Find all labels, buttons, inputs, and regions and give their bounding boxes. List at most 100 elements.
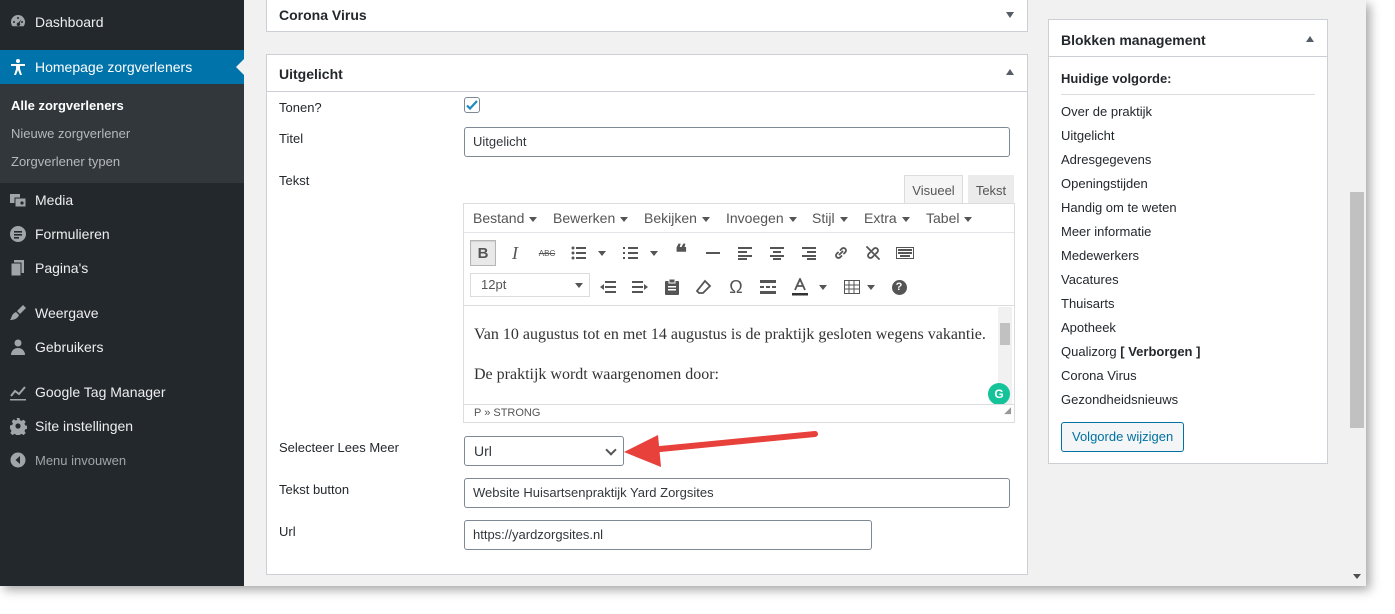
strikethrough-button[interactable]: ABC [534, 240, 560, 266]
align-left-icon[interactable] [732, 240, 758, 266]
menu-invoegen[interactable]: Invoegen [726, 210, 797, 226]
keyboard-icon[interactable] [892, 240, 918, 266]
order-item: Handig om te weten [1061, 200, 1177, 215]
editor-content[interactable]: Van 10 augustus tot en met 14 augustus i… [464, 307, 1014, 404]
sidebar-item-site-instellingen[interactable]: Site instellingen [0, 409, 244, 443]
collapse-toggle-icon[interactable] [1306, 36, 1314, 42]
numbered-list-dropdown[interactable] [650, 251, 658, 256]
element-path[interactable]: P » STRONG [474, 407, 540, 419]
menu-bekijken[interactable]: Bekijken [644, 210, 710, 226]
bold-button[interactable]: B [470, 240, 496, 266]
menu-tabel[interactable]: Tabel [926, 210, 973, 226]
sidebar-item-formulieren[interactable]: Formulieren [0, 217, 244, 251]
menu-stijl[interactable]: Stijl [812, 210, 848, 226]
change-order-button[interactable]: Volgorde wijzigen [1061, 422, 1185, 452]
order-item: Apotheek [1061, 320, 1116, 335]
wp-admin-window: Dashboard Homepage zorgverleners Alle zo… [0, 0, 1366, 586]
users-icon [8, 337, 28, 357]
order-item: Openingstijden [1061, 176, 1148, 191]
align-right-icon[interactable] [796, 240, 822, 266]
scroll-down-arrow-icon[interactable] [1353, 574, 1361, 579]
italic-button[interactable]: I [502, 240, 528, 266]
special-character-icon[interactable]: Ω [723, 274, 749, 300]
sidebar-item-label: Media [35, 192, 74, 208]
collapse-menu-label: Menu invouwen [35, 452, 127, 468]
text-color-dropdown[interactable] [819, 285, 827, 290]
sidebar-item-label: Weergave [35, 305, 99, 321]
order-item: Thuisarts [1061, 296, 1115, 311]
tab-visual[interactable]: Visueel [904, 175, 963, 204]
sidebar-item-paginas[interactable]: Pagina's [0, 251, 244, 285]
link-icon[interactable] [828, 240, 854, 266]
indent-icon[interactable] [627, 274, 653, 300]
page-scrollbar-thumb[interactable] [1350, 192, 1364, 428]
outdent-icon[interactable] [595, 274, 621, 300]
url-input[interactable]: https://yardzorgsites.nl [464, 520, 872, 550]
collapse-icon [8, 450, 28, 470]
collapse-menu-button[interactable]: Menu invouwen [0, 443, 244, 477]
sidebar-submenu: Alle zorgverleners Nieuwe zorgverlener Z… [0, 84, 244, 183]
align-center-icon[interactable] [764, 240, 790, 266]
submenu-item-nieuwe-zorgverlener[interactable]: Nieuwe zorgverlener [11, 126, 130, 141]
help-icon[interactable]: ? [886, 274, 912, 300]
order-item: Adresgegevens [1061, 152, 1152, 167]
menu-bewerken[interactable]: Bewerken [553, 210, 629, 226]
order-item: Corona Virus [1061, 368, 1137, 383]
horizontal-line-icon[interactable] [700, 240, 726, 266]
sidebar-item-gebruikers[interactable]: Gebruikers [0, 330, 244, 364]
order-item: Uitgelicht [1061, 128, 1115, 143]
title-input[interactable]: Uitgelicht [464, 127, 1010, 157]
current-order-heading: Huidige volgorde: [1061, 71, 1172, 86]
corona-virus-title: Corona Virus [279, 7, 367, 23]
forms-icon [8, 224, 28, 244]
blockquote-icon[interactable]: ❝ [668, 240, 694, 266]
bullet-list-icon[interactable] [566, 240, 592, 266]
menu-extra[interactable]: Extra [864, 210, 910, 226]
bullet-list-dropdown[interactable] [598, 251, 606, 256]
submenu-item-alle-zorgverleners[interactable]: Alle zorgverleners [11, 98, 124, 113]
sidebar-item-weergave[interactable]: Weergave [0, 296, 244, 330]
grammarly-icon[interactable]: G [988, 383, 1010, 404]
text-color-icon[interactable] [787, 274, 813, 300]
order-item-hidden: Qualizorg [ Verborgen ] [1061, 344, 1201, 359]
resize-handle-icon[interactable]: ◢ [1004, 402, 1011, 419]
button-text-input[interactable]: Website Huisartsenpraktijk Yard Zorgsite… [464, 478, 1010, 508]
expand-toggle-icon[interactable] [1006, 12, 1014, 18]
text-label: Tekst [279, 173, 310, 188]
font-size-select[interactable]: 12pt [470, 273, 590, 297]
page-scrollbar[interactable] [1349, 0, 1366, 586]
order-item: Vacatures [1061, 272, 1119, 287]
appearance-icon [8, 303, 28, 323]
show-label: Tonen? [279, 100, 322, 115]
sidebar-item-homepage-zorgverleners[interactable]: Homepage zorgverleners [0, 50, 244, 84]
menu-bestand[interactable]: Bestand [473, 210, 538, 226]
unlink-icon[interactable] [860, 240, 886, 266]
submenu-item-zorgverlener-typen[interactable]: Zorgverlener typen [11, 154, 120, 169]
collapse-toggle-icon[interactable] [1006, 69, 1014, 75]
sidebar-item-dashboard[interactable]: Dashboard [0, 5, 244, 39]
numbered-list-icon[interactable] [618, 240, 644, 266]
order-item: Gezondheidsnieuws [1061, 392, 1179, 407]
clear-formatting-icon[interactable] [691, 274, 717, 300]
sidebar-item-google-tag-manager[interactable]: Google Tag Manager [0, 375, 244, 409]
accessibility-icon [8, 57, 28, 77]
page-break-icon[interactable] [755, 274, 781, 300]
active-notch [236, 59, 244, 75]
hidden-badge: [ Verborgen ] [1120, 344, 1201, 359]
chart-icon [8, 382, 28, 402]
sidebar-item-label: Dashboard [35, 14, 104, 30]
editor-paragraph: Van 10 augustus tot en met 14 augustus i… [474, 326, 986, 343]
tab-text[interactable]: Tekst [968, 175, 1014, 204]
read-more-select[interactable]: Url [464, 436, 624, 466]
sidebar-item-label: Site instellingen [35, 418, 134, 434]
show-checkbox[interactable] [464, 97, 480, 113]
sidebar-item-media[interactable]: Media [0, 183, 244, 217]
rich-text-editor: Bestand Bewerken Bekijken Invoegen Stijl… [463, 203, 1015, 423]
table-dropdown[interactable] [867, 285, 875, 290]
paste-text-icon[interactable] [659, 274, 685, 300]
table-icon[interactable] [839, 274, 865, 300]
order-item: Medewerkers [1061, 248, 1140, 263]
sidebar-item-label: Homepage zorgverleners [35, 59, 193, 75]
read-more-label: Selecteer Lees Meer [279, 440, 399, 455]
editor-scrollbar-thumb[interactable] [1000, 323, 1010, 345]
